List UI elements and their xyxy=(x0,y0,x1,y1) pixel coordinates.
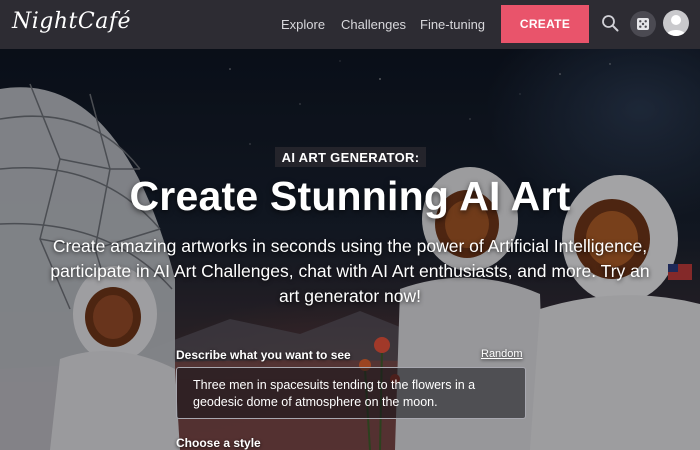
random-prompt-link[interactable]: Random xyxy=(481,348,523,360)
ai-art-generator-badge: AI ART GENERATOR: xyxy=(275,147,426,167)
nav-link-fine-tuning[interactable]: Fine-tuning xyxy=(420,17,485,32)
avatar-icon xyxy=(666,15,686,36)
top-navbar: NightCafé Explore Challenges Fine-tuning… xyxy=(0,0,700,49)
prompt-label: Describe what you want to see xyxy=(176,348,351,362)
nav-link-challenges[interactable]: Challenges xyxy=(341,17,406,32)
choose-style-label: Choose a style xyxy=(176,436,261,450)
search-button[interactable] xyxy=(599,12,621,34)
random-dice-button[interactable] xyxy=(630,11,656,37)
nightcafe-logo[interactable]: NightCafé xyxy=(12,9,131,34)
search-icon xyxy=(602,15,619,32)
prompt-textarea[interactable]: Three men in spacesuits tending to the f… xyxy=(176,367,526,419)
hero-section: AI ART GENERATOR: Create Stunning AI Art… xyxy=(0,49,700,450)
user-avatar-button[interactable] xyxy=(663,10,689,36)
nav-link-explore[interactable]: Explore xyxy=(281,17,325,32)
dice-icon xyxy=(637,18,649,30)
hero-title: Create Stunning AI Art xyxy=(129,173,571,219)
hero-subtitle: Create amazing artworks in seconds using… xyxy=(50,236,650,306)
create-button[interactable]: CREATE xyxy=(501,5,589,43)
